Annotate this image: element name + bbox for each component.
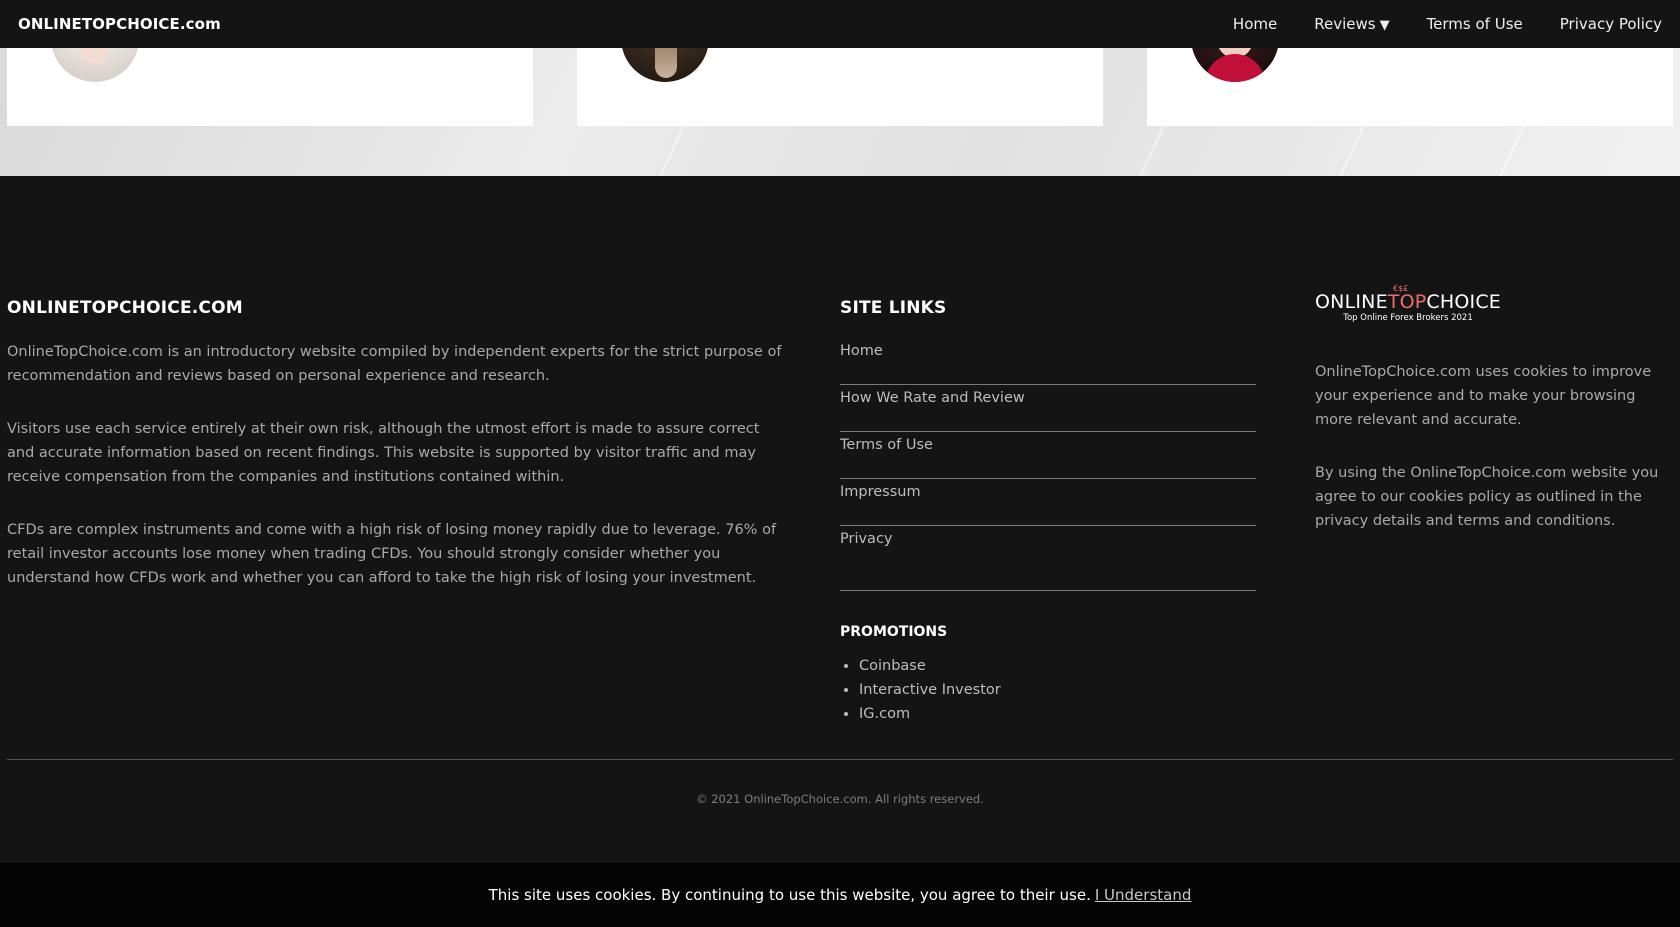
cookie-info-paragraph: OnlineTopChoice.com uses cookies to impr… xyxy=(1315,364,1652,428)
promotions-heading: PROMOTIONS xyxy=(840,624,948,640)
site-link-how-we-rate[interactable]: How We Rate and Review xyxy=(840,385,1256,432)
about-paragraph: Visitors use each service entirely at th… xyxy=(7,421,760,485)
cookie-info-paragraph: By using the OnlineTopChoice.com website… xyxy=(1315,465,1659,529)
cookie-accept-link[interactable]: I Understand xyxy=(1095,886,1192,904)
site-links-heading: SITE LINKS xyxy=(840,298,947,318)
site-logo: €$£ ONLINETOPCHOICE Top Online Forex Bro… xyxy=(1315,284,1501,323)
top-navbar: ONLINETOPCHOICE.com Home Reviews ▼ Terms … xyxy=(0,0,1680,48)
about-paragraph: OnlineTopChoice.com is an introductory w… xyxy=(7,344,782,384)
promotions-list: Coinbase Interactive Investor IG.com xyxy=(840,654,1256,726)
site-links-list: Home How We Rate and Review Terms of Use… xyxy=(840,338,1256,591)
nav-reviews-label: Reviews xyxy=(1314,15,1376,33)
site-link-privacy[interactable]: Privacy xyxy=(840,526,1256,591)
site-links-column: SITE LINKS Home How We Rate and Review T… xyxy=(840,298,1256,726)
logo-tagline: Top Online Forex Brokers 2021 xyxy=(1343,313,1473,323)
site-footer: ONLINETOPCHOICE.COM OnlineTopChoice.com … xyxy=(0,176,1680,863)
site-link-home[interactable]: Home xyxy=(840,338,1256,385)
caret-down-icon: ▼ xyxy=(1379,18,1390,33)
copyright-text: © 2021 OnlineTopChoice.com. All rights r… xyxy=(696,792,984,806)
cookie-info-column: €$£ ONLINETOPCHOICE Top Online Forex Bro… xyxy=(1315,284,1675,533)
currency-mark-icon: €$£ xyxy=(1393,284,1409,293)
logo-wordmark: ONLINETOPCHOICE xyxy=(1315,291,1501,313)
about-heading: ONLINETOPCHOICE.COM xyxy=(7,298,243,318)
brand-link[interactable]: ONLINETOPCHOICE.com xyxy=(18,15,221,33)
nav-links: Home Reviews ▼ Terms of Use Privacy Polic… xyxy=(1196,15,1662,33)
about-column: ONLINETOPCHOICE.COM OnlineTopChoice.com … xyxy=(7,298,782,590)
nav-terms-of-use[interactable]: Terms of Use xyxy=(1427,15,1523,33)
cookie-consent-bar: This site uses cookies. By continuing to… xyxy=(0,863,1680,927)
promo-link-ig[interactable]: IG.com xyxy=(859,702,1256,726)
footer-divider xyxy=(7,759,1673,760)
about-paragraph: CFDs are complex instruments and come wi… xyxy=(7,522,777,586)
nav-privacy-policy[interactable]: Privacy Policy xyxy=(1560,15,1662,33)
nav-home[interactable]: Home xyxy=(1233,15,1277,33)
nav-reviews-dropdown[interactable]: Reviews ▼ xyxy=(1314,15,1389,33)
cookie-consent-text: This site uses cookies. By continuing to… xyxy=(488,886,1091,904)
promo-link-coinbase[interactable]: Coinbase xyxy=(859,654,1256,678)
site-link-impressum[interactable]: Impressum xyxy=(840,479,1256,526)
promo-link-interactive-investor[interactable]: Interactive Investor xyxy=(859,678,1256,702)
site-link-terms-of-use[interactable]: Terms of Use xyxy=(840,432,1256,479)
